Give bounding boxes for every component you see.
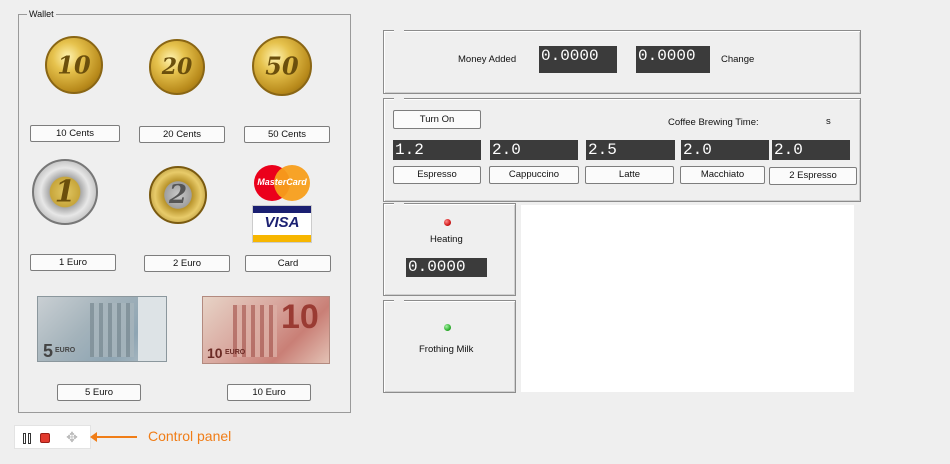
visa-text: VISA (264, 214, 300, 231)
banknote-5-euro-image: 5 EURO (37, 296, 167, 362)
cappuccino-button[interactable]: Cappuccino (489, 166, 579, 184)
latte-time-display: 2.5 (586, 140, 675, 160)
coin-1-euro-image: 1 (32, 159, 98, 225)
money-added-display: 0.0000 (539, 46, 617, 73)
banknote-10-value: 10 (207, 345, 223, 361)
add-10-cents-button[interactable]: 10 Cents (30, 125, 120, 142)
macchiato-button[interactable]: Macchiato (680, 166, 765, 184)
add-1-euro-button[interactable]: 1 Euro (30, 254, 116, 271)
brewing-time-unit: s (826, 116, 831, 127)
pause-icon[interactable] (23, 433, 33, 444)
coin-50-cents-image: 50 (252, 36, 312, 96)
coin-10-face: 10 (57, 50, 91, 80)
banknote-5-value: 5 (43, 341, 54, 361)
coin-2-euro-image: 2 (149, 166, 207, 224)
heating-display: 0.0000 (406, 258, 487, 277)
add-20-cents-button[interactable]: 20 Cents (139, 126, 225, 143)
frothing-led-icon (444, 324, 451, 331)
heating-led-icon (444, 219, 451, 226)
stop-icon[interactable] (40, 433, 50, 443)
control-panel-label: Control panel (148, 428, 232, 444)
add-2-euro-button[interactable]: 2 Euro (144, 255, 230, 272)
macchiato-time-display: 2.0 (681, 140, 769, 160)
banknote-10-euro-image: 10 10 EURO (202, 296, 330, 364)
coin-20-face: 20 (161, 54, 193, 80)
banknote-10-big-value: 10 (281, 298, 319, 336)
double-espresso-button[interactable]: 2 Espresso (769, 167, 857, 185)
coin-50-face: 50 (265, 51, 299, 81)
money-panel (383, 30, 861, 94)
turn-on-button[interactable]: Turn On (393, 110, 481, 129)
pay-by-card-button[interactable]: Card (245, 255, 331, 272)
heating-label: Heating (430, 234, 463, 245)
video-display-area (521, 205, 854, 392)
control-panel-arrow-icon (90, 432, 137, 442)
add-50-cents-button[interactable]: 50 Cents (244, 126, 330, 143)
wallet-title: Wallet (27, 8, 56, 20)
add-5-euro-button[interactable]: 5 Euro (57, 384, 141, 401)
change-display: 0.0000 (636, 46, 710, 73)
frothing-label: Frothing Milk (419, 344, 474, 355)
cappuccino-time-display: 2.0 (490, 140, 578, 160)
double-espresso-time-display: 2.0 (772, 140, 850, 160)
mastercard-logo: MasterCard (252, 165, 312, 201)
espresso-button[interactable]: Espresso (393, 166, 481, 184)
control-panel: ✥ (14, 425, 91, 449)
visa-logo: VISA (252, 205, 312, 243)
move-icon[interactable]: ✥ (65, 430, 79, 444)
change-label: Change (721, 54, 755, 65)
money-added-label: Money Added (458, 54, 517, 65)
coin-20-cents-image: 20 (149, 39, 205, 95)
banknote-10-euro-text: EURO (225, 349, 246, 356)
latte-button[interactable]: Latte (585, 166, 674, 184)
heating-panel (383, 203, 516, 296)
coin-10-cents-image: 10 (45, 36, 103, 94)
espresso-time-display: 1.2 (393, 140, 481, 160)
add-10-euro-button[interactable]: 10 Euro (227, 384, 311, 401)
coin-2-face: 2 (168, 180, 188, 210)
mastercard-text: MasterCard (257, 177, 307, 187)
brewing-time-label: Coffee Brewing Time: (668, 117, 759, 128)
coin-1-face: 1 (54, 174, 76, 210)
banknote-5-euro-text: EURO (55, 347, 76, 354)
